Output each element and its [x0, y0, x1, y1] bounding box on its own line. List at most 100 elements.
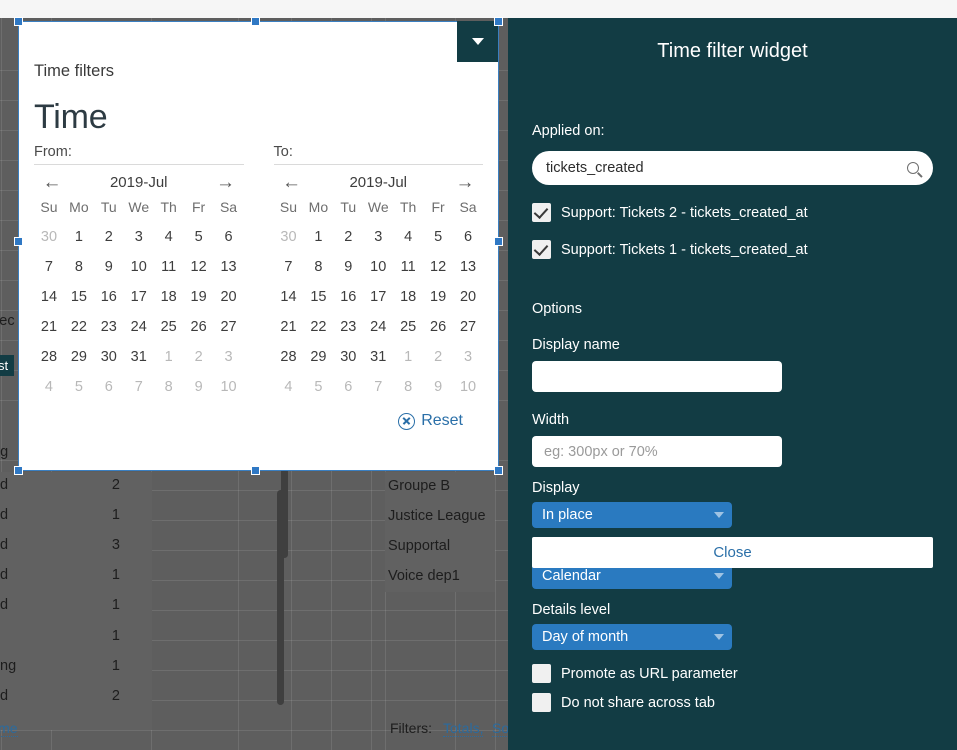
calendar-day[interactable]: 27	[214, 316, 244, 338]
calendar-day[interactable]: 15	[64, 286, 94, 308]
calendar-day[interactable]: 7	[34, 256, 64, 278]
calendar-day[interactable]: 6	[453, 226, 483, 248]
calendar-day[interactable]: 8	[393, 376, 423, 398]
calendar-day[interactable]: 23	[333, 316, 363, 338]
calendar-day[interactable]: 4	[154, 226, 184, 248]
calendar-day[interactable]: 21	[34, 316, 64, 338]
calendar-day[interactable]: 24	[363, 316, 393, 338]
toggle-row-promote-url[interactable]: Promote as URL parameter	[532, 664, 933, 683]
calendar-day[interactable]: 10	[453, 376, 483, 398]
calendar-day[interactable]: 4	[34, 376, 64, 398]
checkbox-do-not-share-across-tab[interactable]	[532, 693, 551, 712]
resize-handle-top-left[interactable]	[14, 17, 23, 26]
calendar-day[interactable]: 13	[214, 256, 244, 278]
checkbox-row-tickets-1[interactable]: Support: Tickets 1 - tickets_created_at	[532, 240, 933, 259]
arrow-left-icon[interactable]: ←	[280, 173, 304, 192]
calendar-day[interactable]: 29	[303, 346, 333, 368]
widget-menu-button[interactable]	[457, 21, 498, 62]
resize-handle-bottom-center[interactable]	[251, 466, 260, 475]
calendar-day[interactable]: 3	[214, 346, 244, 368]
calendar-day[interactable]: 15	[303, 286, 333, 308]
bg-footer-link-totals[interactable]: Totals,	[443, 720, 484, 737]
resize-handle-top-center[interactable]	[251, 17, 260, 26]
calendar-day[interactable]: 5	[64, 376, 94, 398]
checkbox-tickets-1[interactable]	[532, 240, 551, 259]
calendar-day[interactable]: 28	[34, 346, 64, 368]
calendar-day[interactable]: 5	[184, 226, 214, 248]
checkbox-tickets-2[interactable]	[532, 203, 551, 222]
calendar-day[interactable]: 4	[393, 226, 423, 248]
calendar-day[interactable]: 3	[453, 346, 483, 368]
width-input[interactable]	[532, 436, 782, 467]
calendar-day[interactable]: 8	[64, 256, 94, 278]
calendar-day[interactable]: 25	[154, 316, 184, 338]
calendar-day[interactable]: 12	[423, 256, 453, 278]
calendar-day[interactable]: 7	[274, 256, 304, 278]
calendar-day[interactable]: 23	[94, 316, 124, 338]
resize-handle-middle-left[interactable]	[14, 237, 23, 246]
resize-handle-top-right[interactable]	[494, 17, 503, 26]
calendar-day[interactable]: 26	[184, 316, 214, 338]
reset-button[interactable]: Reset	[398, 412, 463, 430]
calendar-day[interactable]: 22	[64, 316, 94, 338]
calendar-day[interactable]: 18	[154, 286, 184, 308]
calendar-day[interactable]: 1	[154, 346, 184, 368]
calendar-day[interactable]: 1	[393, 346, 423, 368]
calendar-day[interactable]: 10	[363, 256, 393, 278]
calendar-day[interactable]: 3	[363, 226, 393, 248]
calendar-day[interactable]: 2	[333, 226, 363, 248]
calendar-day[interactable]: 2	[184, 346, 214, 368]
calendar-day[interactable]: 31	[124, 346, 154, 368]
checkbox-row-tickets-2[interactable]: Support: Tickets 2 - tickets_created_at	[532, 203, 933, 222]
calendar-day[interactable]: 16	[333, 286, 363, 308]
calendar-day[interactable]: 20	[453, 286, 483, 308]
calendar-day[interactable]: 10	[214, 376, 244, 398]
time-filter-widget[interactable]: Time filters Time From: ← 2019-Jul → Su M…	[18, 21, 499, 471]
calendar-day[interactable]: 13	[453, 256, 483, 278]
calendar-day[interactable]: 1	[303, 226, 333, 248]
calendar-day[interactable]: 9	[184, 376, 214, 398]
calendar-grid-to[interactable]: Su Mo Tu We Th Fr Sa 30 1 2 3 4 5 6 7 8 9 10 11 12 13 14 15 16 1…	[274, 196, 484, 398]
calendar-day[interactable]: 28	[274, 346, 304, 368]
checkbox-promote-url-parameter[interactable]	[532, 664, 551, 683]
calendar-grid-from[interactable]: Su Mo Tu We Th Fr Sa 30 1 2 3 4 5 6 7 8 9 10 11 12 13 14 15 16 1…	[34, 196, 244, 398]
applied-on-field[interactable]	[532, 151, 933, 185]
calendar-day[interactable]: 2	[423, 346, 453, 368]
inner-scrollbar[interactable]	[281, 468, 288, 558]
calendar-day[interactable]: 14	[34, 286, 64, 308]
calendar-day[interactable]: 7	[363, 376, 393, 398]
search-input[interactable]	[546, 160, 907, 176]
resize-handle-bottom-right[interactable]	[494, 466, 503, 475]
display-name-input[interactable]	[532, 361, 782, 392]
details-level-select[interactable]: Day of month	[532, 624, 732, 650]
calendar-day[interactable]: 21	[274, 316, 304, 338]
calendar-day[interactable]: 12	[184, 256, 214, 278]
close-button[interactable]: Close	[532, 537, 933, 568]
calendar-day[interactable]: 11	[393, 256, 423, 278]
calendar-day[interactable]: 2	[94, 226, 124, 248]
calendar-day[interactable]: 18	[393, 286, 423, 308]
calendar-day[interactable]: 7	[124, 376, 154, 398]
resize-handle-middle-right[interactable]	[494, 237, 503, 246]
calendar-day[interactable]: 5	[423, 226, 453, 248]
calendar-day[interactable]: 17	[363, 286, 393, 308]
calendar-day[interactable]: 1	[64, 226, 94, 248]
calendar-day[interactable]: 24	[124, 316, 154, 338]
calendar-day[interactable]: 3	[124, 226, 154, 248]
calendar-day[interactable]: 20	[214, 286, 244, 308]
calendar-day[interactable]: 19	[184, 286, 214, 308]
calendar-day[interactable]: 8	[154, 376, 184, 398]
calendar-day[interactable]: 22	[303, 316, 333, 338]
calendar-day[interactable]: 16	[94, 286, 124, 308]
calendar-day[interactable]: 5	[303, 376, 333, 398]
calendar-day[interactable]: 6	[214, 226, 244, 248]
calendar-day[interactable]: 30	[274, 226, 304, 248]
bg-footer-time-link[interactable]: ime	[0, 720, 18, 737]
calendar-day[interactable]: 31	[363, 346, 393, 368]
calendar-day[interactable]: 30	[94, 346, 124, 368]
calendar-day[interactable]: 26	[423, 316, 453, 338]
arrow-right-icon[interactable]: →	[453, 173, 477, 192]
calendar-day[interactable]: 17	[124, 286, 154, 308]
calendar-day[interactable]: 25	[393, 316, 423, 338]
calendar-day[interactable]: 6	[333, 376, 363, 398]
